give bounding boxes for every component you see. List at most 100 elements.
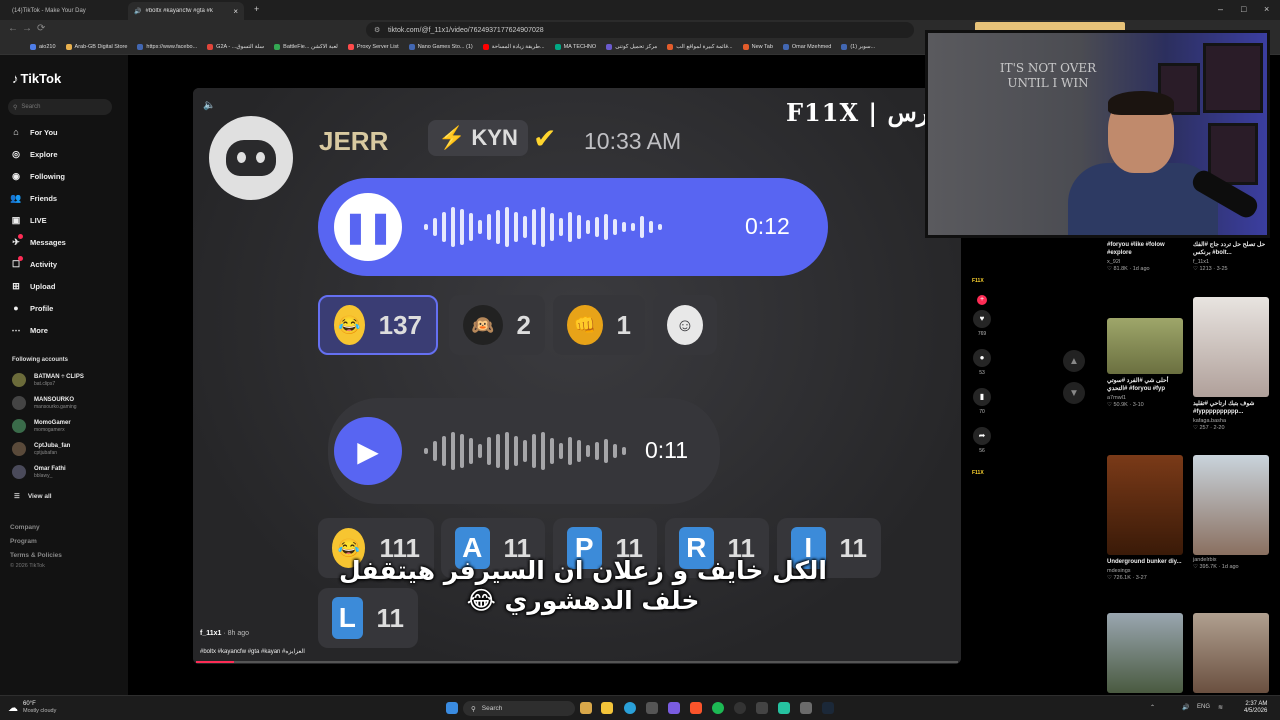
video-author: kafaga.basha xyxy=(1193,418,1227,424)
reload-icon[interactable]: ⟳ xyxy=(37,23,45,34)
account-name: MomoGamer xyxy=(34,419,71,426)
file-explorer-icon[interactable] xyxy=(601,702,613,714)
sidebar-item-upload[interactable]: ⊞ Upload xyxy=(10,279,55,293)
video-author: a7mwl1 xyxy=(1107,395,1126,401)
share-button[interactable]: ➦ 56 xyxy=(970,425,994,454)
clock[interactable]: 2:37 AM 4/5/2026 xyxy=(1244,701,1267,715)
following-account[interactable]: MomoGamer momogamerx xyxy=(12,419,71,433)
waveform-bar xyxy=(613,219,617,235)
sidebar-item-for-you[interactable]: ⌂ For You xyxy=(10,125,57,139)
chevron-up-icon[interactable]: ⌃ xyxy=(1150,704,1155,711)
sidebar-item-activity[interactable]: ☐ Activity xyxy=(10,256,57,271)
sidebar-item-profile[interactable]: ● Profile xyxy=(10,301,53,315)
wifi-icon[interactable]: ≋ xyxy=(1218,704,1223,711)
windows-start-icon[interactable] xyxy=(446,702,458,714)
footer-company[interactable]: Company xyxy=(10,524,40,531)
sidebar-item-more[interactable]: ⋯ More xyxy=(10,323,48,337)
bookmark-item[interactable]: طريقة زيادة المساحة... xyxy=(482,44,545,50)
follow-button[interactable]: + xyxy=(970,288,994,306)
maximize-icon[interactable]: □ xyxy=(1241,4,1246,14)
sidebar-item-explore[interactable]: ◎ Explore xyxy=(10,147,57,161)
sidebar-item-friends[interactable]: 👥 Friends xyxy=(10,191,57,205)
chrome-icon[interactable] xyxy=(800,702,812,714)
waveform-bar xyxy=(487,437,491,465)
close-tab-icon[interactable]: × xyxy=(233,7,238,16)
previous-video-button[interactable]: ▲ xyxy=(1063,350,1085,372)
video-thumbnail[interactable] xyxy=(1107,613,1183,693)
task-view-icon[interactable] xyxy=(580,702,592,714)
weather-widget[interactable]: ☁ 60°F Mostly cloudy xyxy=(8,701,56,715)
tiktok-logo[interactable]: ♪ TikTok xyxy=(12,71,61,86)
volume-icon[interactable]: 🔊 xyxy=(1182,704,1189,711)
bookmark-item[interactable]: aio210 xyxy=(30,44,56,50)
video-progress-bar[interactable] xyxy=(196,661,958,663)
creator-avatar-logo[interactable]: F11X xyxy=(972,278,984,284)
minimize-icon[interactable]: – xyxy=(1218,4,1223,14)
app-icon[interactable] xyxy=(778,702,790,714)
bookmark-item[interactable]: New Tab xyxy=(742,44,773,50)
search-input[interactable]: ⚲ Search xyxy=(8,99,112,115)
bookmark-item[interactable]: https://www.facebo... xyxy=(137,44,197,50)
following-account[interactable]: MANSOURKO mansourko.gaming xyxy=(12,396,77,410)
bookmark-item[interactable]: (1) سوبر... xyxy=(841,44,875,50)
back-icon[interactable]: ← xyxy=(8,23,18,34)
next-video-button[interactable]: ▼ xyxy=(1063,382,1085,404)
following-account[interactable]: BATMAN ÷ CLIPS bat.clips7 xyxy=(12,373,84,387)
sidebar-item-messages[interactable]: ✈ Messages xyxy=(10,234,66,249)
obs-icon[interactable] xyxy=(734,702,746,714)
forward-icon[interactable]: → xyxy=(22,23,32,34)
bookmark-button[interactable]: ▮ 70 xyxy=(970,386,994,415)
bookmark-item[interactable]: Arab-GB Digital Store xyxy=(65,44,127,50)
bookmark-item[interactable]: BattleFie... لعبة الاكشن xyxy=(274,44,338,50)
recommended-video-card[interactable]: حل تصلح حل تردد جاج #الفك برنكس #bolt...… xyxy=(1193,240,1269,272)
video-stats: ♡ 726.1K · 3-27 xyxy=(1107,575,1147,581)
browser-tab-video[interactable]: 🔊 #boltx #kayancfw #gta #k × xyxy=(128,2,244,20)
sidebar-item-following[interactable]: ◉ Following xyxy=(10,169,65,183)
browser-tab-tiktok[interactable]: (14)TikTok - Make Your Day xyxy=(6,2,126,20)
capcut-icon[interactable] xyxy=(756,702,768,714)
sidebar-item-live[interactable]: ▣ LIVE xyxy=(10,213,47,227)
bookmark-item[interactable]: Omar Mzehmed xyxy=(782,44,831,50)
volume-icon[interactable]: 🔈 xyxy=(203,100,215,111)
waveform-bar xyxy=(541,432,545,470)
waveform-bar xyxy=(550,438,554,464)
video-thumbnail[interactable] xyxy=(1107,318,1183,374)
teams-icon[interactable] xyxy=(668,702,680,714)
following-account[interactable]: Omar Fathi bblawy_ xyxy=(12,465,66,479)
video-author[interactable]: f_11x1 · 8h ago xyxy=(200,630,249,637)
view-all-button[interactable]: ☰ View all xyxy=(14,492,52,501)
brave-icon[interactable] xyxy=(690,702,702,714)
edge-icon[interactable] xyxy=(624,702,636,714)
close-window-icon[interactable]: × xyxy=(1264,4,1269,14)
video-thumbnail[interactable] xyxy=(1193,297,1269,397)
spotify-icon[interactable] xyxy=(712,702,724,714)
heart-button[interactable]: ♥ 769 xyxy=(970,308,994,337)
video-thumbnail[interactable] xyxy=(1193,455,1269,555)
store-icon[interactable] xyxy=(646,702,658,714)
following-account[interactable]: CptJuba_fan cptjubafan xyxy=(12,442,70,456)
wall-poster-text: IT'S NOT OVER UNTIL I WIN xyxy=(999,61,1097,90)
video-thumbnail[interactable] xyxy=(1107,455,1183,555)
bookmark-item[interactable]: Proxy Server List xyxy=(347,44,399,50)
footer-program[interactable]: Program xyxy=(10,538,37,545)
recommended-video-card[interactable]: Underground bunker diy... mdesings ♡ 726.1… xyxy=(1107,455,1183,581)
footer-terms[interactable]: Terms & Policies xyxy=(10,552,62,559)
bookmark-item[interactable]: MA TECHNO xyxy=(554,44,596,50)
taskbar-search[interactable]: ⚲ Search xyxy=(463,701,575,716)
url-field[interactable]: ⚙ tiktok.com/@f_11x1/video/7624937177624… xyxy=(366,22,914,38)
bookmark-item[interactable]: G2A - ...سلة التسوق xyxy=(207,44,264,50)
new-tab-icon[interactable]: + xyxy=(254,4,259,14)
bookmark-item[interactable]: مركز تحميل كوتنى xyxy=(606,44,657,50)
video-player[interactable]: 🔈 F11X | فارس JERR ⚡ KYN ✔ 10:33 AM ❚❚ 0… xyxy=(193,88,961,664)
bookmark-item[interactable]: Nano Games Sto... (1) xyxy=(408,44,473,50)
recommended-video-card[interactable]: jandelrbix ♡ 395.7K · 1d ago xyxy=(1193,455,1269,570)
bookmark-item[interactable]: قائمة كبيرة لمواقع الب... xyxy=(667,44,733,50)
recommended-video-card[interactable]: أحلى شي #الفرد #سوتي #التحدي #foryou #fy… xyxy=(1107,318,1183,408)
language-indicator[interactable]: ENG xyxy=(1197,704,1210,710)
steam-icon[interactable] xyxy=(822,702,834,714)
recommended-video-card[interactable]: #foryou #like #folow #explore x_92l ♡ 81.8… xyxy=(1107,240,1183,272)
video-thumbnail[interactable] xyxy=(1193,613,1269,693)
recommended-video-card[interactable]: شوف بتبك ارتاحي #تقليد #fypppppppppp... k… xyxy=(1193,297,1269,431)
site-info-icon[interactable]: ⚙ xyxy=(374,26,380,34)
comment-button[interactable]: ● 53 xyxy=(970,347,994,376)
